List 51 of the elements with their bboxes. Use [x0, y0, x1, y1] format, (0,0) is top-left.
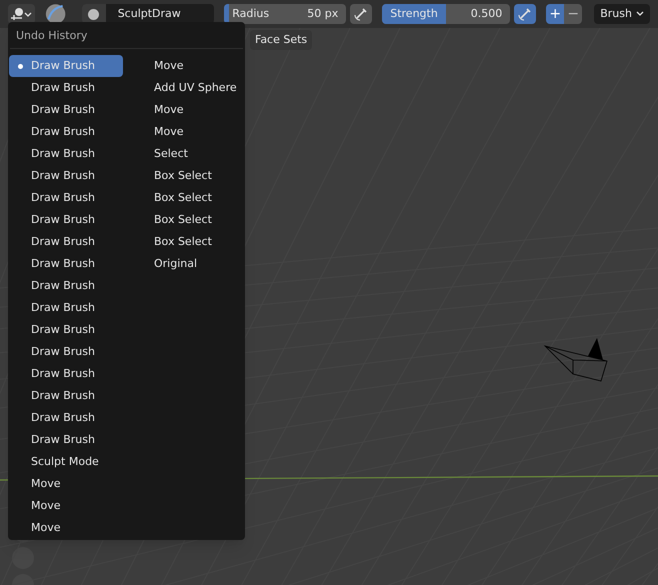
undo-history-item[interactable]: Add UV Sphere: [132, 77, 246, 99]
direction-button[interactable]: −: [564, 4, 582, 24]
slider-label: Radius: [232, 6, 270, 22]
undo-history-item[interactable]: Box Select: [132, 165, 246, 187]
undo-history-item[interactable]: Draw Brush: [9, 407, 123, 429]
undo-history-item[interactable]: Draw Brush: [9, 99, 123, 121]
pen-pressure-icon[interactable]: [514, 4, 536, 24]
undo-history-item[interactable]: Move: [132, 121, 246, 143]
undo-history-item[interactable]: Select: [132, 143, 246, 165]
brush-preview-icon: [82, 4, 106, 24]
undo-history-item[interactable]: Draw Brush: [9, 429, 123, 451]
pen-pressure-icon[interactable]: [350, 4, 372, 24]
undo-history-item[interactable]: Draw Brush: [9, 363, 123, 385]
slider-value: 50 px: [307, 6, 338, 22]
caret-icon: [636, 11, 644, 17]
slider[interactable]: Radius 50 px: [224, 4, 346, 24]
undo-history-item[interactable]: Box Select: [132, 231, 246, 253]
undo-history-item[interactable]: Draw Brush: [9, 385, 123, 407]
undo-history-item[interactable]: Draw Brush: [9, 341, 123, 363]
sculpt-tool-icon: [9, 7, 34, 21]
undo-history-item[interactable]: Draw Brush: [9, 297, 123, 319]
undo-history-item[interactable]: Draw Brush: [9, 77, 123, 99]
undo-history-item[interactable]: Box Select: [132, 187, 246, 209]
menu-item[interactable]: Face Sets: [250, 30, 312, 50]
undo-history-item[interactable]: Move: [9, 495, 123, 517]
undo-history-item[interactable]: Draw Brush: [9, 55, 123, 77]
undo-history-item[interactable]: Sculpt Mode: [9, 451, 123, 473]
undo-history-item[interactable]: Draw Brush: [9, 253, 123, 275]
slider-value: 0.500: [470, 6, 502, 22]
brush-name-text: SculptDraw: [116, 6, 181, 22]
undo-history-item[interactable]: Move: [132, 99, 246, 121]
undo-history-item[interactable]: Draw Brush: [9, 187, 123, 209]
undo-history-item[interactable]: Draw Brush: [9, 209, 123, 231]
undo-history-item[interactable]: Draw Brush: [9, 231, 123, 253]
direction-button[interactable]: +: [546, 4, 564, 24]
undo-history-item[interactable]: Move: [9, 517, 123, 539]
undo-history-item[interactable]: Box Select: [132, 209, 246, 231]
undo-history-item[interactable]: Draw Brush: [9, 165, 123, 187]
slider-label: Strength: [390, 6, 438, 22]
brush-name-field[interactable]: SculptDraw: [82, 4, 214, 24]
undo-history-item[interactable]: Original: [132, 253, 246, 275]
undo-history-item[interactable]: Draw Brush: [9, 143, 123, 165]
undo-history-item[interactable]: Draw Brush: [9, 121, 123, 143]
popup-title: Undo History: [15, 28, 88, 44]
undo-history-item[interactable]: Draw Brush: [9, 319, 123, 341]
slider[interactable]: Strength 0.500: [382, 4, 510, 24]
undo-history-item[interactable]: Move: [9, 473, 123, 495]
tool-dropdown[interactable]: [8, 4, 34, 24]
undo-history-item[interactable]: Draw Brush: [9, 275, 123, 297]
undo-history-item[interactable]: Move: [132, 55, 246, 77]
brush-menu-dropdown[interactable]: Brush: [594, 4, 650, 24]
